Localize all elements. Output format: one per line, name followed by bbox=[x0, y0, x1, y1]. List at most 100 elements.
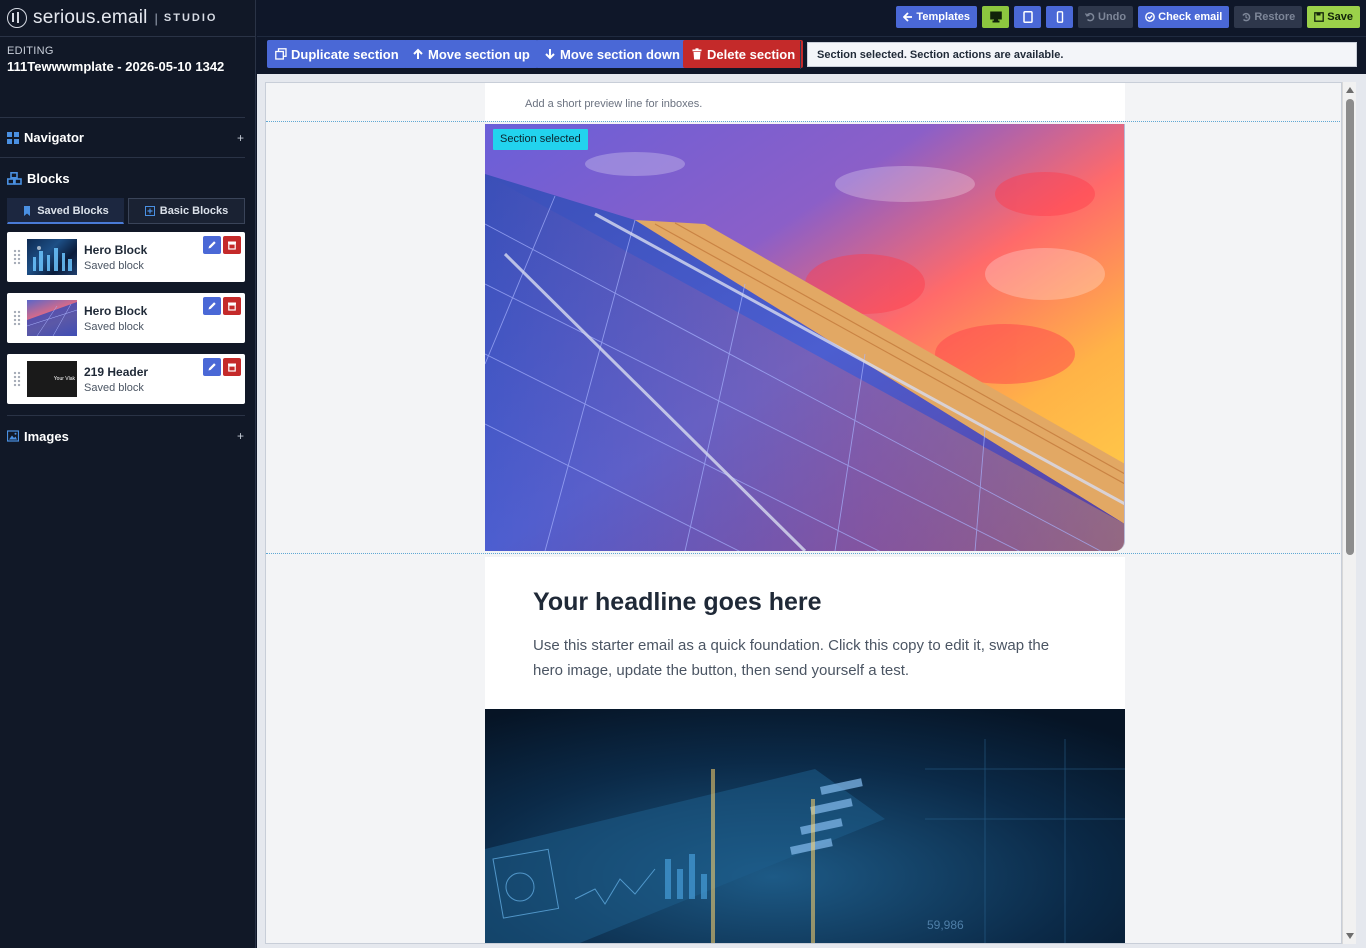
email-headline[interactable]: Your headline goes here bbox=[533, 588, 822, 617]
scroll-up-arrow[interactable] bbox=[1346, 87, 1354, 93]
images-panel-header[interactable]: Images + bbox=[0, 416, 245, 456]
block-subtitle: Saved block bbox=[84, 259, 144, 272]
scroll-down-arrow[interactable] bbox=[1346, 933, 1354, 939]
arrow-left-icon bbox=[903, 12, 913, 22]
block-thumbnail: Your Vlak bbox=[27, 361, 77, 397]
mobile-icon bbox=[1056, 11, 1063, 23]
template-name: 111Tewwwmplate - 2026-05-10 1342 bbox=[7, 59, 225, 74]
section-actions-bar: Duplicate section Move section up Move s… bbox=[257, 36, 1366, 74]
check-circle-icon bbox=[1145, 12, 1156, 22]
solar-panel-hero-image bbox=[485, 124, 1124, 551]
delete-block-button[interactable] bbox=[223, 358, 241, 376]
saved-block-item[interactable]: Your Vlak 219 Header Saved block bbox=[7, 354, 245, 404]
trash-icon bbox=[692, 48, 702, 60]
canvas-scrollbar[interactable] bbox=[1342, 82, 1356, 944]
grid-icon bbox=[7, 131, 19, 144]
edit-block-button[interactable] bbox=[203, 236, 221, 254]
blocks-panel-header: Blocks bbox=[0, 158, 255, 198]
drag-handle[interactable] bbox=[7, 310, 27, 326]
circuit-dashboard-image: 59,986 bbox=[485, 709, 1125, 943]
sidebar: serious.email | STUDIO EDITING 111Tewwwm… bbox=[0, 0, 256, 948]
floppy-disk-icon bbox=[1314, 12, 1325, 22]
drag-handle[interactable] bbox=[7, 249, 27, 265]
delete-block-button[interactable] bbox=[223, 236, 241, 254]
check-email-label: Check email bbox=[1158, 11, 1223, 23]
preview-section[interactable]: Add a short preview line for inboxes. bbox=[485, 83, 1125, 121]
pencil-icon bbox=[208, 363, 216, 371]
tech-image-section[interactable]: 59,986 bbox=[485, 709, 1125, 943]
editor-canvas-area: Add a short preview line for inboxes. Yo… bbox=[257, 74, 1366, 948]
templates-button[interactable]: Templates bbox=[896, 6, 978, 28]
blocks-label: Blocks bbox=[27, 170, 70, 186]
image-icon bbox=[7, 430, 19, 442]
thumbnail-text: Your Vlak bbox=[53, 376, 75, 382]
move-section-up-button[interactable]: Move section up bbox=[404, 40, 538, 68]
desktop-icon bbox=[989, 11, 1002, 23]
save-button[interactable]: Save bbox=[1307, 6, 1360, 28]
blocks-tabs: Saved Blocks Basic Blocks bbox=[0, 198, 255, 224]
saved-blocks-list: Hero Block Saved block Hero Block Saved … bbox=[0, 224, 255, 404]
delete-section-button[interactable]: Delete section bbox=[683, 40, 804, 68]
editing-info: EDITING 111Tewwwmplate - 2026-05-10 1342 bbox=[0, 37, 245, 118]
move-section-down-button[interactable]: Move section down bbox=[536, 40, 688, 68]
check-email-button[interactable]: Check email bbox=[1138, 6, 1230, 28]
archive-icon bbox=[228, 241, 236, 250]
block-thumbnail bbox=[27, 300, 77, 336]
tab-basic-blocks[interactable]: Basic Blocks bbox=[128, 198, 245, 224]
brand-name: serious.email bbox=[33, 7, 148, 28]
block-thumbnail bbox=[27, 239, 77, 275]
scrollbar-thumb[interactable] bbox=[1346, 99, 1354, 555]
restore-button[interactable]: Restore bbox=[1234, 6, 1303, 28]
tablet-icon bbox=[1022, 11, 1033, 23]
pencil-icon bbox=[208, 302, 216, 310]
archive-icon bbox=[228, 302, 236, 311]
undo-icon bbox=[1085, 12, 1095, 22]
edit-block-button[interactable] bbox=[203, 297, 221, 315]
email-body: Add a short preview line for inboxes. Yo… bbox=[266, 83, 1341, 943]
brand-separator: | bbox=[154, 10, 158, 26]
navigator-expand-icon[interactable]: + bbox=[237, 131, 244, 145]
email-canvas: Add a short preview line for inboxes. Yo… bbox=[265, 82, 1342, 944]
templates-label: Templates bbox=[916, 11, 971, 23]
archive-icon bbox=[228, 363, 236, 372]
hud-readout: 59,986 bbox=[927, 918, 964, 932]
brand-product: STUDIO bbox=[163, 12, 218, 24]
undo-label: Undo bbox=[1098, 11, 1127, 23]
drag-handle[interactable] bbox=[7, 371, 27, 387]
navigator-label: Navigator bbox=[24, 130, 84, 145]
section-selected-badge: Section selected bbox=[493, 129, 588, 150]
delete-section-label: Delete section bbox=[707, 46, 796, 62]
preview-text[interactable]: Add a short preview line for inboxes. bbox=[525, 98, 702, 110]
navigator-panel-header[interactable]: Navigator + bbox=[0, 118, 245, 158]
history-icon bbox=[1242, 12, 1251, 22]
mobile-view-button[interactable] bbox=[1046, 6, 1074, 28]
tablet-view-button[interactable] bbox=[1014, 6, 1042, 28]
saved-block-item[interactable]: Hero Block Saved block bbox=[7, 232, 245, 282]
top-toolbar: Templates Undo Check email Restore Save bbox=[257, 0, 1366, 36]
block-subtitle: Saved block bbox=[84, 381, 144, 394]
duplicate-section-label: Duplicate section bbox=[291, 46, 399, 62]
saved-block-item[interactable]: Hero Block Saved block bbox=[7, 293, 245, 343]
images-expand-icon[interactable]: + bbox=[237, 429, 244, 443]
email-body-copy[interactable]: Use this starter email as a quick founda… bbox=[533, 633, 1083, 683]
hero-image-section[interactable] bbox=[485, 124, 1125, 551]
move-section-down-label: Move section down bbox=[560, 46, 680, 62]
tab-saved-blocks-label: Saved Blocks bbox=[37, 204, 109, 217]
editing-label: EDITING bbox=[7, 45, 54, 57]
tab-saved-blocks[interactable]: Saved Blocks bbox=[7, 198, 124, 224]
copy-icon bbox=[275, 48, 287, 60]
duplicate-section-button[interactable]: Duplicate section bbox=[267, 40, 407, 68]
block-subtitle: Saved block bbox=[84, 320, 144, 333]
desktop-view-button[interactable] bbox=[982, 6, 1010, 28]
restore-label: Restore bbox=[1254, 11, 1296, 23]
delete-block-button[interactable] bbox=[223, 297, 241, 315]
logo-icon bbox=[7, 8, 27, 28]
section-status-message: Section selected. Section actions are av… bbox=[807, 42, 1357, 67]
arrow-down-icon bbox=[545, 49, 555, 60]
edit-block-button[interactable] bbox=[203, 358, 221, 376]
bookmark-icon bbox=[24, 205, 31, 216]
brand: serious.email | STUDIO bbox=[0, 0, 255, 37]
text-section[interactable]: Your headline goes here Use this starter… bbox=[485, 557, 1125, 709]
tab-basic-blocks-label: Basic Blocks bbox=[159, 205, 229, 217]
undo-button[interactable]: Undo bbox=[1078, 6, 1134, 28]
